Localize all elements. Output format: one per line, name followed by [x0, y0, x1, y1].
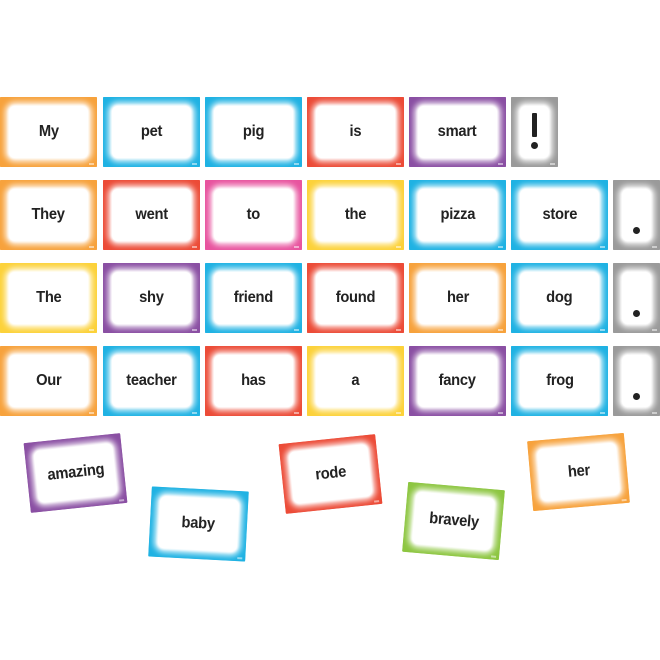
- card-word: her: [566, 462, 591, 481]
- card-word: pizza: [440, 206, 475, 223]
- card-word: has: [241, 372, 266, 389]
- exclamation-dot-icon: [531, 142, 538, 149]
- card-word: friend: [233, 289, 274, 306]
- sentence-builder-board: My pet pig is smart They went to the pizza store Th…: [0, 0, 660, 660]
- card-word: rode: [314, 463, 347, 484]
- word-card[interactable]: Our: [0, 346, 97, 416]
- card-corner-tag: [498, 246, 503, 248]
- period-card[interactable]: [613, 180, 660, 250]
- card-corner-tag: [374, 500, 380, 503]
- card-corner-tag: [294, 246, 299, 248]
- card-corner-tag: [294, 163, 299, 165]
- card-corner-tag: [600, 246, 605, 248]
- exclamation-mark-card[interactable]: [511, 97, 558, 167]
- card-word: shy: [139, 289, 164, 306]
- word-card[interactable]: has: [205, 346, 302, 416]
- word-card[interactable]: teacher: [103, 346, 200, 416]
- card-corner-tag: [498, 412, 503, 414]
- card-word: to: [246, 206, 261, 223]
- card-corner-tag: [192, 329, 197, 331]
- word-card[interactable]: pig: [205, 97, 302, 167]
- card-corner-tag: [294, 412, 299, 414]
- card-corner-tag: [490, 555, 497, 558]
- period-icon: [633, 227, 640, 234]
- card-corner-tag: [192, 412, 197, 414]
- card-corner-tag: [652, 246, 657, 248]
- word-card[interactable]: The: [0, 263, 97, 333]
- word-card[interactable]: frog: [511, 346, 608, 416]
- card-word: pig: [242, 123, 265, 140]
- card-word: My: [38, 123, 59, 140]
- word-card[interactable]: went: [103, 180, 200, 250]
- word-card[interactable]: to: [205, 180, 302, 250]
- word-card[interactable]: found: [307, 263, 404, 333]
- card-corner-tag: [652, 412, 657, 414]
- word-card[interactable]: store: [511, 180, 608, 250]
- period-card[interactable]: [613, 346, 660, 416]
- card-word: is: [349, 123, 362, 140]
- card-word: teacher: [126, 372, 177, 389]
- loose-word-card[interactable]: baby: [148, 486, 249, 562]
- card-corner-tag: [396, 412, 401, 414]
- card-word: a: [351, 372, 360, 389]
- card-corner-tag: [652, 329, 657, 331]
- card-corner-tag: [498, 163, 503, 165]
- loose-word-card[interactable]: her: [527, 432, 630, 512]
- exclamation-mark-icon: [532, 113, 537, 137]
- card-word: store: [542, 206, 577, 223]
- card-word: smart: [438, 123, 477, 140]
- loose-word-card[interactable]: rode: [278, 434, 383, 514]
- card-word: the: [344, 206, 367, 223]
- card-word: her: [446, 289, 469, 306]
- loose-word-card[interactable]: amazing: [23, 433, 128, 513]
- card-corner-tag: [119, 499, 125, 502]
- card-corner-tag: [498, 329, 503, 331]
- card-corner-tag: [396, 329, 401, 331]
- word-card[interactable]: pet: [103, 97, 200, 167]
- word-card[interactable]: the: [307, 180, 404, 250]
- word-card[interactable]: pizza: [409, 180, 506, 250]
- period-icon: [633, 310, 640, 317]
- card-word: went: [135, 206, 168, 223]
- card-corner-tag: [600, 329, 605, 331]
- period-icon: [633, 393, 640, 400]
- word-card[interactable]: friend: [205, 263, 302, 333]
- card-word: baby: [181, 514, 216, 533]
- card-word: They: [31, 206, 66, 223]
- card-corner-tag: [294, 329, 299, 331]
- card-word: The: [35, 289, 62, 306]
- card-word: dog: [546, 289, 573, 306]
- card-corner-tag: [396, 163, 401, 165]
- period-card[interactable]: [613, 263, 660, 333]
- card-corner-tag: [237, 557, 243, 560]
- card-word: frog: [545, 372, 574, 389]
- card-corner-tag: [192, 163, 197, 165]
- card-word: found: [335, 289, 376, 306]
- card-word: pet: [140, 123, 163, 140]
- card-corner-tag: [89, 163, 94, 165]
- word-card[interactable]: fancy: [409, 346, 506, 416]
- word-card[interactable]: dog: [511, 263, 608, 333]
- word-card[interactable]: smart: [409, 97, 506, 167]
- card-corner-tag: [89, 412, 94, 414]
- word-card[interactable]: They: [0, 180, 97, 250]
- loose-word-card[interactable]: bravely: [402, 481, 505, 561]
- card-corner-tag: [621, 498, 627, 502]
- card-word: fancy: [438, 372, 477, 389]
- card-corner-tag: [89, 329, 94, 331]
- word-card[interactable]: her: [409, 263, 506, 333]
- card-word: Our: [35, 372, 62, 389]
- card-corner-tag: [396, 246, 401, 248]
- card-corner-tag: [89, 246, 94, 248]
- word-card[interactable]: a: [307, 346, 404, 416]
- card-corner-tag: [600, 412, 605, 414]
- card-corner-tag: [550, 163, 555, 165]
- word-card[interactable]: is: [307, 97, 404, 167]
- word-card[interactable]: My: [0, 97, 97, 167]
- card-corner-tag: [192, 246, 197, 248]
- word-card[interactable]: shy: [103, 263, 200, 333]
